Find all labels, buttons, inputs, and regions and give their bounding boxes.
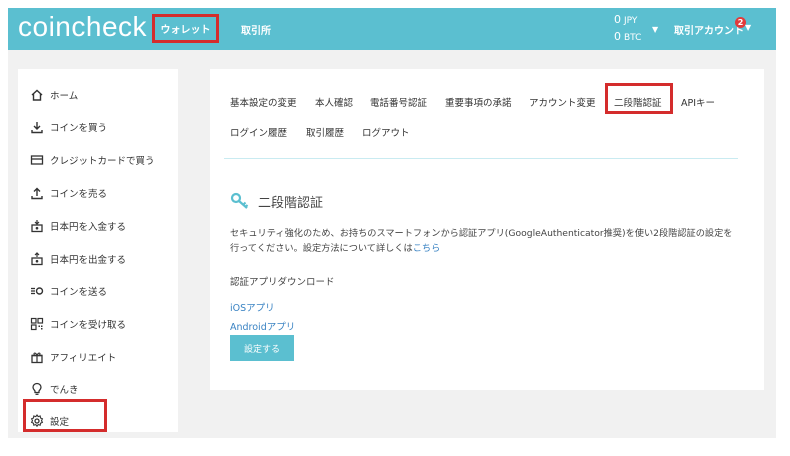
sidebar-item-label: クレジットカードで買う [50, 156, 155, 167]
download-label: 認証アプリダウンロード [230, 277, 335, 288]
chevron-down-icon[interactable]: ▼ [652, 25, 658, 34]
withdraw-icon [30, 252, 44, 266]
sidebar-item-deposit[interactable]: 日本円を入金する [30, 216, 126, 236]
chevron-down-icon[interactable]: ▼ [745, 23, 751, 32]
gift-icon [30, 350, 44, 364]
sidebar: ホーム コインを買う クレジットカードで買う コインを売る 日本円を入金する 日… [18, 69, 178, 432]
qr-code-icon [30, 317, 44, 331]
sidebar-item-withdraw[interactable]: 日本円を出金する [30, 249, 126, 269]
tab-important-terms[interactable]: 重要事項の承諾 [445, 95, 512, 109]
deposit-icon [30, 219, 44, 233]
tab-basic-settings[interactable]: 基本設定の変更 [230, 95, 297, 109]
two-factor-highlight-box [605, 83, 673, 114]
tab-api-key[interactable]: APIキー [681, 95, 715, 109]
sidebar-item-label: コインを受け取る [50, 320, 127, 331]
balance-display[interactable]: 0 JPY 0 BTC [614, 12, 641, 46]
download-icon [30, 120, 44, 134]
upload-icon [30, 186, 44, 200]
description-text: セキュリティ強化のため、お持ちのスマートフォンから認証アプリ(GoogleAut… [230, 228, 733, 254]
section-title-text: 二段階認証 [258, 195, 324, 211]
app-window: coincheck ウォレット 取引所 0 JPY 0 BTC ▼ 取引アカウント … [8, 8, 776, 438]
sidebar-item-sell[interactable]: コインを売る [30, 183, 107, 203]
sidebar-item-affiliate[interactable]: アフィリエイト [30, 347, 116, 367]
sidebar-item-label: コインを送る [50, 287, 108, 298]
tab-logout[interactable]: ログアウト [362, 125, 410, 139]
settings-highlight-box [23, 399, 107, 432]
balance-btc: 0 BTC [614, 30, 642, 43]
sidebar-item-home[interactable]: ホーム [30, 85, 78, 105]
send-icon [30, 284, 44, 298]
nav-wallet[interactable]: ウォレット [152, 14, 219, 43]
section-title: 二段階認証 [230, 191, 323, 211]
nav-exchange[interactable]: 取引所 [241, 22, 271, 37]
balance-jpy: 0 JPY [614, 13, 638, 26]
details-link[interactable]: こちら [413, 243, 441, 254]
tab-login-history[interactable]: ログイン履歴 [230, 125, 287, 139]
sidebar-item-credit-card[interactable]: クレジットカードで買う [30, 150, 155, 170]
key-icon [230, 191, 250, 211]
credit-card-icon [30, 153, 44, 167]
sidebar-item-label: 日本円を出金する [50, 255, 127, 266]
sidebar-item-send[interactable]: コインを送る [30, 281, 107, 301]
ios-app-link[interactable]: iOSアプリ [230, 300, 275, 314]
sidebar-item-label: コインを買う [50, 123, 108, 134]
sidebar-item-label: コインを売る [50, 189, 108, 200]
tab-account-change[interactable]: アカウント変更 [529, 95, 596, 109]
coincheck-logo[interactable]: coincheck [18, 11, 147, 43]
settings-panel: 基本設定の変更 本人確認 電話番号認証 重要事項の承諾 アカウント変更 二段階認… [210, 69, 764, 390]
setup-button[interactable]: 設定する [230, 335, 294, 361]
setup-button-label: 設定する [243, 343, 280, 354]
top-header: coincheck ウォレット 取引所 0 JPY 0 BTC ▼ 取引アカウント … [8, 8, 776, 50]
sidebar-item-label: ホーム [50, 91, 79, 102]
tabs-divider [224, 158, 738, 159]
tab-trade-history[interactable]: 取引履歴 [306, 125, 344, 139]
android-app-link[interactable]: Androidアプリ [230, 319, 295, 333]
sidebar-item-electricity[interactable]: でんき [30, 379, 79, 399]
tab-identity-verification[interactable]: 本人確認 [315, 95, 353, 109]
sidebar-item-label: でんき [50, 385, 79, 396]
lightbulb-icon [30, 382, 44, 396]
home-icon [30, 88, 44, 102]
sidebar-item-receive[interactable]: コインを受け取る [30, 314, 126, 334]
tab-phone-verification[interactable]: 電話番号認証 [370, 95, 427, 109]
nav-wallet-label: ウォレット [160, 25, 211, 36]
sidebar-item-label: 日本円を入金する [50, 222, 127, 233]
sidebar-item-label: アフィリエイト [50, 353, 117, 364]
account-menu[interactable]: 取引アカウント [674, 22, 744, 37]
sidebar-item-buy[interactable]: コインを買う [30, 117, 107, 137]
